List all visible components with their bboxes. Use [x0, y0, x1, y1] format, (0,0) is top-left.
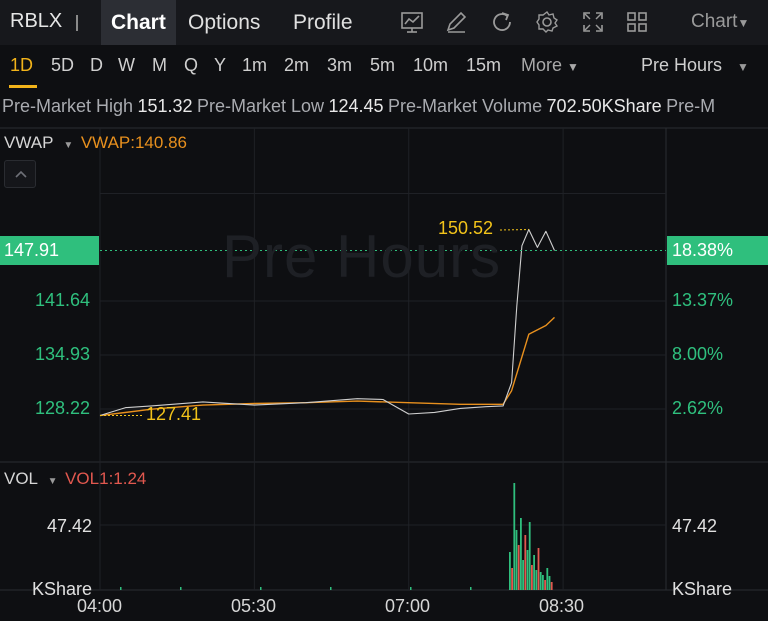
- time-axis-label: 08:30: [539, 596, 585, 616]
- caret-down-icon: ▼: [42, 476, 61, 487]
- volume-bar: [515, 530, 518, 590]
- volume-bar: [535, 570, 538, 590]
- chevron-up-icon: [15, 170, 27, 178]
- price-axis-label: 141.64: [34, 290, 90, 310]
- main-indicator-name: VWAP: [4, 133, 54, 152]
- current-price-tag: 147.91: [0, 236, 99, 265]
- volume-bar: [537, 548, 540, 590]
- volume-bar: [544, 580, 546, 590]
- percent-axis-label: 2.62%: [672, 398, 724, 418]
- volume-bar: [120, 587, 122, 590]
- volume-bar: [524, 535, 527, 590]
- volume-bar: [522, 560, 524, 590]
- main-indicator-legend[interactable]: VWAP ▼ VWAP:140.86: [4, 133, 187, 153]
- volume-indicator-name: VOL: [4, 469, 38, 488]
- volume-bar: [520, 518, 522, 590]
- volume-bar: [513, 483, 516, 590]
- volume-bar: [550, 582, 553, 590]
- volume-bar: [542, 575, 544, 590]
- volume-bar: [511, 568, 513, 590]
- chart-canvas[interactable]: [0, 0, 768, 621]
- caret-down-icon: ▼: [57, 140, 77, 151]
- volume-bar: [548, 576, 551, 590]
- volume-bar: [539, 572, 542, 590]
- price-axis-label: 128.22: [34, 398, 90, 418]
- volume-bar: [546, 568, 549, 590]
- collapse-button[interactable]: [4, 160, 36, 188]
- time-axis-label: 07:00: [385, 596, 431, 616]
- volume-axis-value: 47.42: [46, 516, 92, 536]
- volume-indicator-value: VOL1:1.24: [65, 469, 147, 488]
- volume-bar: [330, 587, 332, 590]
- high-annotation: 150.52: [438, 218, 494, 238]
- volume-indicator-legend[interactable]: VOL ▼ VOL1:1.24: [4, 469, 146, 489]
- volume-bar: [533, 555, 535, 590]
- low-annotation: 127.41: [146, 404, 202, 424]
- current-percent-tag: 18.38%: [667, 236, 768, 265]
- volume-bar: [260, 587, 262, 590]
- volume-bar: [526, 550, 529, 590]
- volume-bar: [180, 587, 182, 590]
- volume-bar: [410, 587, 412, 590]
- chart-grid: [0, 127, 768, 591]
- volume-axis-value-right: 47.42: [672, 516, 718, 536]
- volume-bar: [470, 587, 472, 590]
- price-axis-label: 134.93: [34, 344, 90, 364]
- time-axis-label: 05:30: [231, 596, 277, 616]
- time-axis-label: 04:00: [77, 596, 123, 616]
- volume-bar: [531, 565, 533, 590]
- volume-bar: [517, 545, 520, 590]
- percent-axis-label: 13.37%: [672, 290, 734, 310]
- volume-bar: [528, 522, 531, 590]
- main-indicator-value: VWAP:140.86: [80, 133, 187, 152]
- volume-bars: [120, 483, 553, 590]
- percent-axis-label: 8.00%: [672, 344, 724, 364]
- volume-bar: [509, 552, 511, 590]
- volume-axis-unit-right: KShare: [672, 579, 733, 599]
